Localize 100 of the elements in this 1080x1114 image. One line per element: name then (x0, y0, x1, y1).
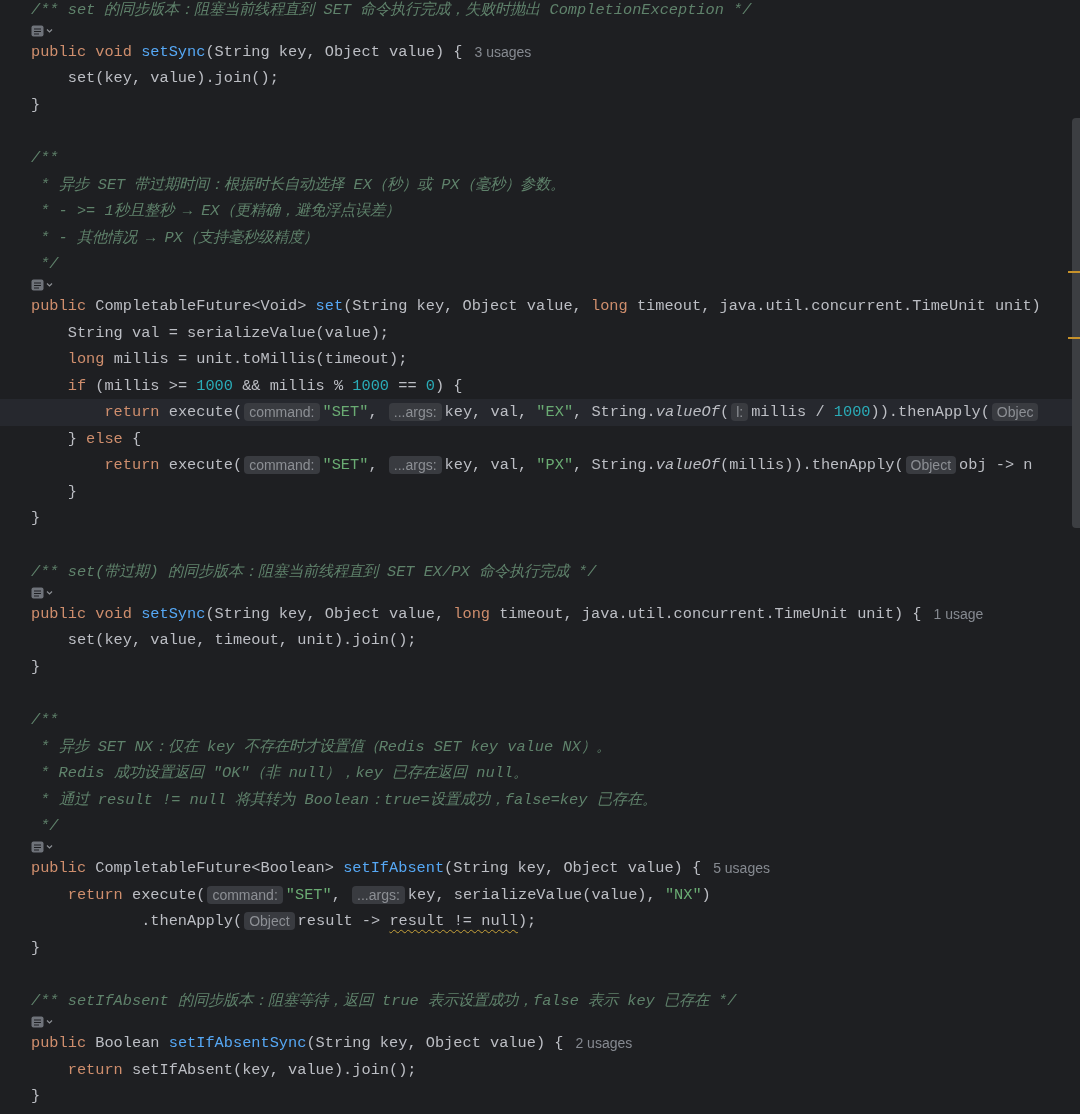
warning-marker[interactable] (1068, 337, 1080, 339)
code-text: String val = serializeValue(value); (66, 323, 389, 342)
number-literal: 1000 (833, 403, 871, 422)
parameter-hint: ...args: (388, 403, 442, 422)
code-text: result -> (297, 912, 382, 931)
code-text: (millis)).thenApply( (719, 456, 904, 475)
number-literal: 1000 (196, 376, 233, 395)
code-text: key, serializeValue(value), (407, 885, 657, 904)
doc-comment: * - 其他情况 → PX（支持毫秒级精度） (39, 227, 318, 248)
parameter-hint: Objec (991, 403, 1039, 422)
code-text: .thenApply( (140, 912, 243, 931)
string-literal: "SET" (285, 885, 332, 904)
code-text: CompletableFuture<Void> (95, 297, 308, 316)
number-literal: 1000 (352, 376, 390, 395)
scrollbar-thumb[interactable] (1072, 118, 1080, 528)
string-literal: "PX" (536, 456, 574, 475)
code-text: } (66, 429, 78, 448)
code-text: ) { (434, 376, 463, 395)
code-text: millis = unit.toMillis(timeout); (113, 350, 408, 369)
code-text: (millis >= (95, 376, 189, 395)
warning-marker[interactable] (1068, 271, 1080, 273)
code-text: (String key, Object value, (343, 297, 583, 316)
usages-link[interactable]: 1 usage (933, 605, 984, 622)
code-keyword: public (31, 1034, 88, 1053)
method-call: valueOf (655, 456, 720, 475)
parameter-hint: command: (207, 885, 283, 904)
code-text: timeout, java.util.concurrent.TimeUnit unit) (636, 297, 1041, 316)
code-keyword: if (66, 376, 88, 395)
code-text: (String key, Object value) { (205, 42, 463, 61)
method-call: valueOf (655, 403, 720, 422)
code-keyword: public (31, 859, 88, 878)
code-text: } (31, 509, 41, 528)
code-text: (String key, Object value) { (306, 1034, 564, 1053)
code-text: set(key, value).join(); (66, 69, 279, 88)
code-keyword: return (103, 456, 161, 475)
parameter-hint: command: (244, 403, 320, 422)
string-literal: "SET" (322, 456, 369, 475)
doc-toggle-icon[interactable] (31, 1016, 55, 1028)
method-name: setIfAbsent (343, 859, 445, 878)
code-keyword: return (66, 1060, 124, 1079)
code-text: execute( (168, 456, 243, 475)
code-text: execute( (168, 403, 243, 422)
parameter-hint: command: (244, 456, 320, 475)
code-text: (String key, Object value) { (444, 859, 702, 878)
doc-comment: * 异步 SET NX：仅在 key 不存在时才设置值（Redis SET key value NX）。 (39, 736, 611, 757)
doc-toggle-icon[interactable] (31, 841, 55, 853)
parameter-hint: Object (905, 456, 957, 475)
code-text: set(key, value, timeout, unit).join(); (66, 631, 417, 650)
string-literal: "EX" (536, 403, 574, 422)
code-keyword: return (103, 403, 161, 422)
doc-comment: * - >= 1秒且整秒 → EX（更精确，避免浮点误差） (39, 201, 400, 222)
string-literal: "SET" (322, 403, 369, 422)
code-text: setIfAbsent(key, value).join(); (132, 1060, 417, 1079)
usages-link[interactable]: 2 usages (575, 1035, 633, 1052)
parameter-hint: l: (731, 403, 749, 422)
doc-comment: * 异步 SET 带过期时间：根据时长自动选择 EX（秒）或 PX（毫秒）参数。 (39, 174, 565, 195)
code-text: } (31, 657, 41, 676)
method-name: setIfAbsentSync (168, 1034, 307, 1053)
code-text: key, val, (444, 403, 529, 422)
doc-comment: /** (31, 710, 59, 729)
code-keyword: long (453, 604, 491, 623)
method-name: setSync (141, 604, 206, 623)
doc-comment: * Redis 成功设置返回 "OK"（非 null），key 已存在返回 null。 (39, 763, 529, 784)
doc-toggle-icon[interactable] (31, 586, 55, 599)
code-text: == (397, 376, 418, 395)
code-keyword: long (591, 297, 629, 316)
code-text: millis / (751, 403, 826, 422)
method-name: set (315, 297, 344, 316)
code-text: , String. (573, 403, 656, 422)
usages-link[interactable]: 5 usages (713, 860, 770, 877)
code-text: } (31, 938, 41, 957)
code-keyword: public (31, 297, 88, 316)
code-text: } (31, 95, 41, 114)
doc-comment: /** set(带过期) 的同步版本：阻塞当前线程直到 SET EX/PX 命令执行完成 */ (31, 561, 597, 582)
doc-toggle-icon[interactable] (31, 24, 55, 37)
code-keyword: public void (31, 604, 133, 623)
code-text: } (31, 1087, 41, 1106)
doc-comment: /** set 的同步版本：阻塞当前线程直到 SET 命令执行完成，失败时抛出 CompletionException */ (31, 0, 752, 20)
code-text: CompletableFuture<Boolean> (95, 859, 335, 878)
usages-link[interactable]: 3 usages (474, 43, 532, 60)
code-text: obj -> n (959, 456, 1033, 475)
doc-comment: */ (39, 816, 59, 835)
parameter-hint: ...args: (352, 885, 405, 904)
warning-code: result != null (389, 912, 518, 931)
code-text: } (66, 482, 77, 501)
code-text: ( (719, 403, 730, 422)
code-text: key, val, (444, 456, 529, 475)
parameter-hint: Object (244, 912, 295, 931)
code-text: (String key, Object value, (205, 604, 446, 623)
code-text: , (368, 403, 379, 422)
doc-comment: * 通过 result != null 将其转为 Boolean：true=设置成功，false=key 已存在。 (39, 789, 657, 810)
code-text: , (331, 885, 342, 904)
code-text: timeout, java.util.concurrent.TimeUnit unit) { (499, 604, 922, 623)
doc-comment: */ (39, 254, 59, 273)
code-text: execute( (132, 885, 206, 904)
string-literal: "NX" (664, 885, 702, 904)
doc-comment: /** (31, 148, 59, 167)
doc-toggle-icon[interactable] (31, 279, 55, 291)
code-text: , String. (573, 456, 656, 475)
code-keyword: return (66, 885, 124, 904)
